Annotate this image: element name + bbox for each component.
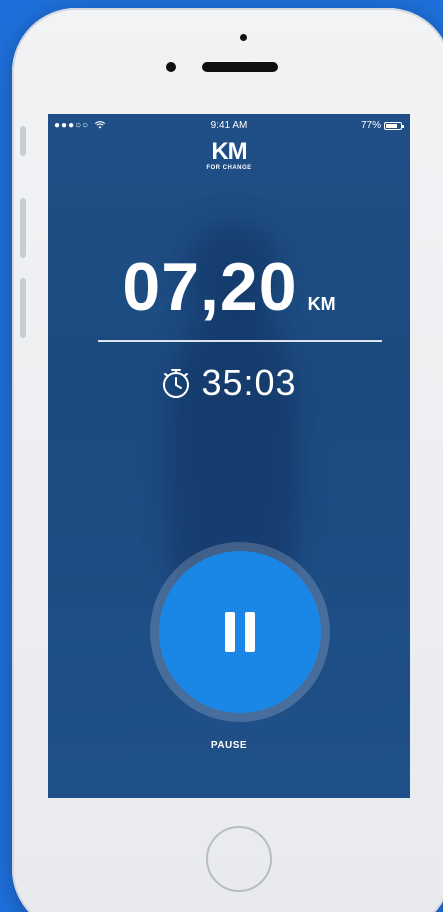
volume-down-button [20, 278, 26, 338]
distance-unit: KM [307, 294, 336, 314]
pause-icon [225, 612, 255, 652]
pause-button[interactable] [159, 551, 321, 713]
front-camera [240, 34, 247, 41]
timer-display: 35:03 [48, 362, 410, 404]
logo-subtitle: FOR CHANGE [206, 165, 252, 171]
stopwatch-icon [163, 369, 190, 398]
distance-display: 07,20 KM [48, 248, 410, 326]
status-bar: ●●●○○ 9:41 AM 77% [48, 120, 410, 134]
logo-mark: KM [211, 138, 247, 165]
proximity-sensor [166, 62, 176, 72]
divider [98, 340, 382, 342]
timer-value: 35:03 [201, 362, 297, 403]
battery-icon [384, 121, 404, 130]
pause-label: PAUSE [210, 740, 248, 751]
mute-switch [20, 126, 26, 156]
home-button[interactable] [206, 826, 272, 892]
earpiece-speaker [202, 62, 278, 72]
status-time: 9:41 AM [210, 120, 248, 131]
pause-button-ring [150, 542, 330, 722]
distance-value: 07,20 [122, 249, 298, 325]
volume-up-button [20, 198, 26, 258]
battery-percentage: 77% [360, 120, 381, 131]
app-screen: ●●●○○ 9:41 AM 77% KM FOR CHANGE 07,20 KM [48, 114, 410, 798]
app-logo: KM FOR CHANGE [48, 138, 410, 172]
battery-indicator: 77% [360, 120, 404, 131]
